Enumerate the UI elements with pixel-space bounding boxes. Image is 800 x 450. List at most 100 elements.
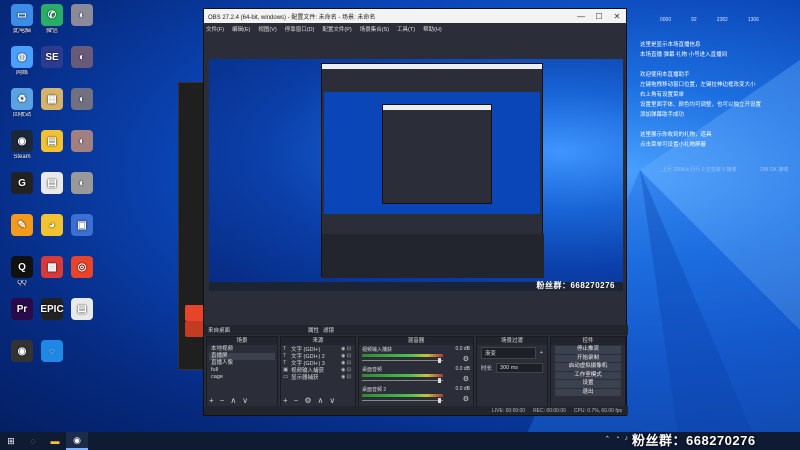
menu-item[interactable]: 编辑(E) [232,25,250,33]
danmaku-info-panel[interactable]: 这里是显示本场直播信息 本场直播 弹幕 礼物 小号进入直播间 欢迎使用本直播助手 左键… [640,40,800,150]
source-item[interactable]: ▭ 显示器捕获 ◉ ⊡ [281,373,355,381]
down-icon[interactable]: ∨ [329,396,335,405]
control-button[interactable]: 退出 [555,388,621,396]
menu-item[interactable]: 工具(T) [397,25,415,33]
info-line [640,120,800,130]
desktop-icon[interactable]: ▤ [64,298,100,322]
app-icon: ◌ [41,340,63,362]
eye-icon[interactable]: ◉ ⊡ [341,360,355,366]
remove-icon[interactable]: − [220,396,225,405]
properties-button[interactable]: 属性 [308,326,319,334]
add-icon[interactable]: + [283,396,288,405]
gear-icon[interactable]: ⚙ [463,395,469,403]
tray-icon[interactable]: ♪ [625,435,629,445]
obs-window[interactable]: OBS 27.2.4 (64-bit, windows) - 配置文件: 未命名… [203,8,628,416]
desktop-icon[interactable]: ◎ [64,256,100,280]
live-stats: 0000 92 2382 1306 [660,17,759,23]
desktop-icon[interactable]: ◐ [64,172,100,196]
menu-item[interactable]: 停靠窗口(D) [285,25,315,33]
add-icon[interactable]: + [209,396,214,405]
eye-icon[interactable]: ◉ ⊡ [341,374,355,380]
desktop-icon[interactable]: ◐ [64,46,100,70]
scene-toolbar: 来自桌面 属性 滤镜 [204,325,628,335]
eye-icon[interactable]: ◉ ⊡ [341,346,355,352]
eye-icon[interactable]: ◉ ⊡ [341,353,355,359]
control-button[interactable]: 开始录制 [555,354,621,362]
menu-item[interactable]: 视图(V) [258,25,276,33]
up-icon[interactable]: ∧ [318,396,324,405]
volume-slider[interactable] [362,360,443,361]
net-status-right: 299 OK 接收 [760,167,789,173]
volume-knob[interactable] [438,378,441,383]
minimize-icon[interactable]: — [572,12,590,21]
cpu-status: CPU: 0.7%, 60.00 fps [573,407,622,414]
up-icon[interactable]: ∧ [230,396,236,405]
duration-input[interactable]: 300 ms [496,363,543,373]
menu-item[interactable]: 文件(F) [206,25,224,33]
tray-icon[interactable]: ◔ [615,435,619,445]
windows-start-icon[interactable]: ⊞ [0,432,22,450]
edge-icon[interactable]: ◌ [22,432,44,450]
mixer-list: 视频输入捕获 0.0 dB ⚙ 桌面音频 0.0 dB ⚙ 桌面音频 2 0.0 dB ⚙ [359,345,473,405]
gear-icon[interactable]: ⚙ [463,375,469,383]
down-icon[interactable]: ∨ [242,396,248,405]
source-type-icon: T [283,359,287,366]
mixer-channel-name: 视频输入捕获 [362,347,393,353]
gear-icon[interactable]: ⚙ [463,355,469,363]
live-status: LIVE: 00:00:00 [492,407,526,414]
tray-icon[interactable]: ⌃ [604,435,610,445]
scene-item[interactable]: full [209,367,275,374]
desktop-icon-label: 回收站 [12,112,31,118]
info-line: 这里展示你收到的礼物，道具 [640,132,712,138]
desktop-icon[interactable]: ◐ [64,4,100,28]
desktop-icon[interactable]: ▣ [64,214,100,238]
remove-icon[interactable]: − [294,396,299,405]
close-icon[interactable]: ✕ [608,12,626,21]
desktop-icon[interactable]: ◐ [64,88,100,112]
desktop-icon[interactable]: ◌ [34,340,70,364]
control-button[interactable]: 启动虚拟摄像机 [555,363,621,371]
volume-knob[interactable] [438,358,441,363]
file-explorer-icon[interactable]: ▬ [44,432,66,450]
gear-icon[interactable]: ⚙ [304,396,311,405]
filters-button[interactable]: 滤镜 [323,326,334,334]
scene-item[interactable]: 本地视频 [209,346,275,353]
menu-item[interactable]: 场景集合(S) [360,25,389,33]
info-line: 这里是显示本场直播信息 [640,42,701,48]
mixer-channel[interactable]: 视频输入捕获 0.0 dB ⚙ [359,345,473,365]
fan-group-overlay: 粉丝群：668270276 [632,433,756,448]
source-type-icon: ▭ [283,373,289,380]
rec-status: REC: 00:00:00 [533,407,566,414]
control-button[interactable]: 工作室模式 [555,371,621,379]
mixer-channel[interactable]: 桌面音频 0.0 dB ⚙ [359,365,473,385]
source-type-icon: T [283,352,287,359]
scene-item[interactable]: 直播屏 [209,353,275,360]
obs-taskbar-icon[interactable]: ◉ [66,432,88,450]
maximize-icon[interactable]: ☐ [590,12,608,21]
menu-item[interactable]: 配置文件(P) [322,25,351,33]
desktop-icon[interactable]: ◐ [64,130,100,154]
volume-knob[interactable] [438,398,441,403]
app-icon: ✆ [41,4,63,26]
mixer-channel[interactable]: 桌面音频 2 0.0 dB ⚙ [359,385,473,405]
info-line: 左键拖拽移动窗口位置，左键拉伸边框改变大小 [640,82,756,88]
control-button[interactable]: 停止推流 [555,346,621,354]
control-button[interactable]: 设置 [555,380,621,388]
app-icon: G [11,172,33,194]
desktop-icon-label: Steam [13,154,31,160]
add-transition-icon[interactable]: + [540,350,543,356]
volume-slider[interactable] [362,380,443,381]
scene-item[interactable]: 直播人像 [209,360,275,367]
volume-slider[interactable] [362,400,443,401]
volume-meter [362,374,443,377]
app-icon: ▭ [11,4,33,26]
app-icon: ◐ [71,46,93,68]
scenes-list: 本地视频 直播屏 直播人像 full cage [207,345,277,382]
menu-item[interactable]: 帮助(H) [423,25,442,33]
transition-select[interactable]: 渐变 [481,347,536,359]
obs-preview[interactable]: 粉丝群：668270276 [209,59,623,291]
app-icon: ◎ [71,256,93,278]
stat-value: 92 [691,17,697,23]
scene-item[interactable]: cage [209,374,275,381]
eye-icon[interactable]: ◉ ⊡ [341,367,355,373]
